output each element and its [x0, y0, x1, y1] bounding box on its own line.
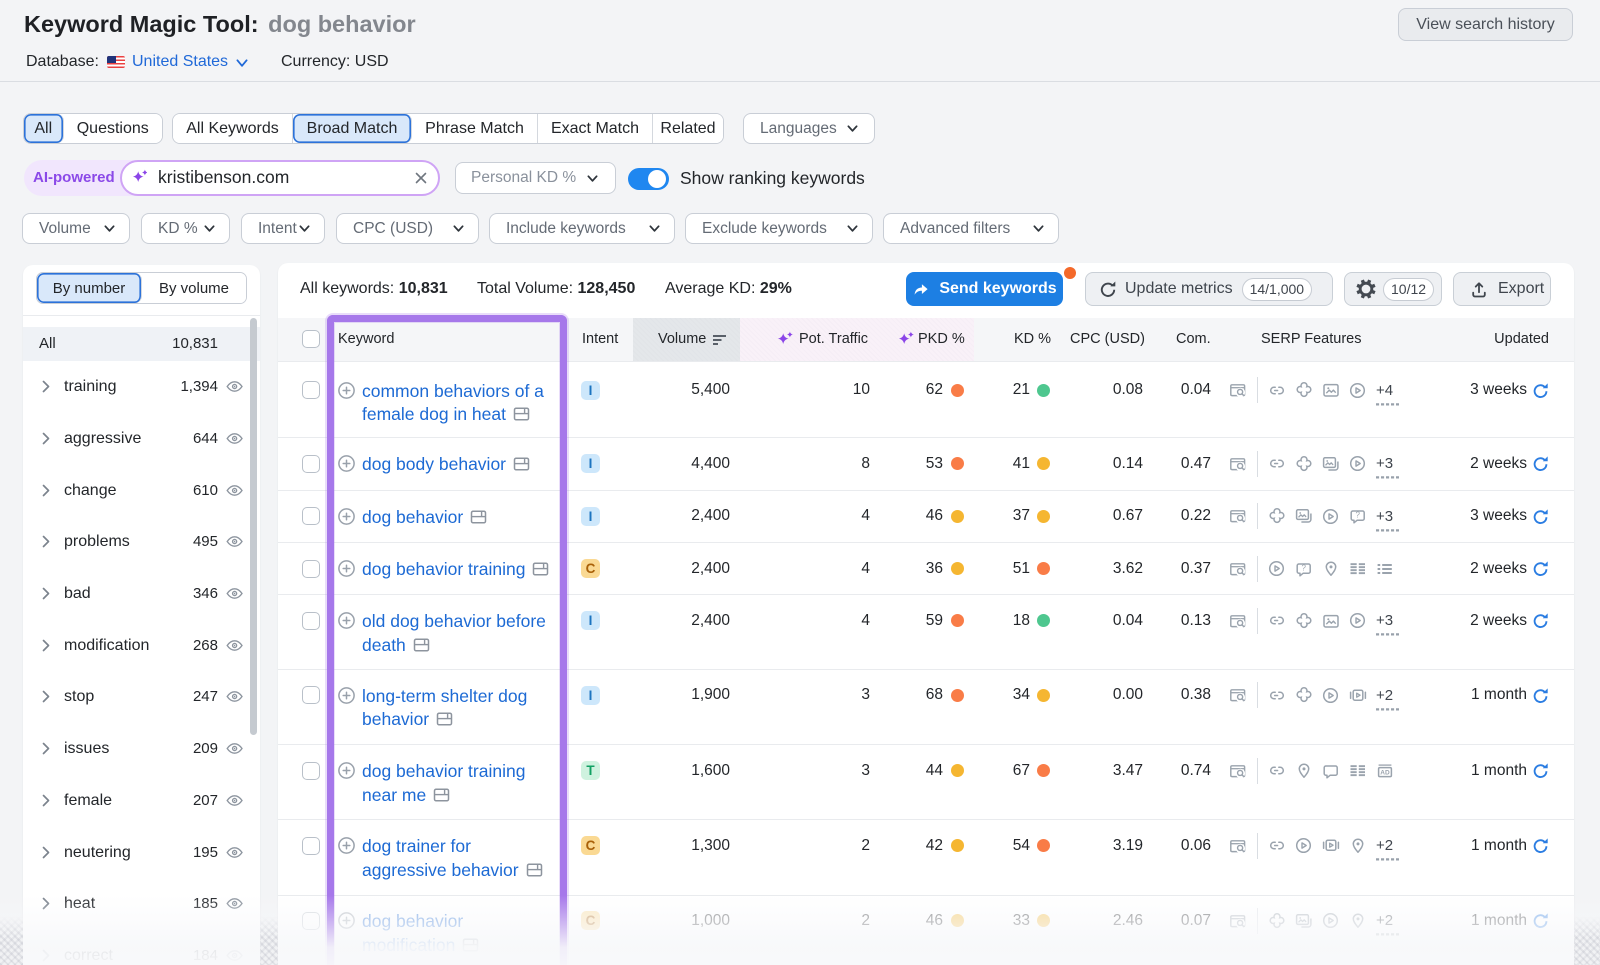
svg-text:?: ? — [1301, 563, 1306, 572]
svg-text:AD: AD — [1380, 769, 1390, 776]
svg-text:?: ? — [1355, 511, 1360, 520]
